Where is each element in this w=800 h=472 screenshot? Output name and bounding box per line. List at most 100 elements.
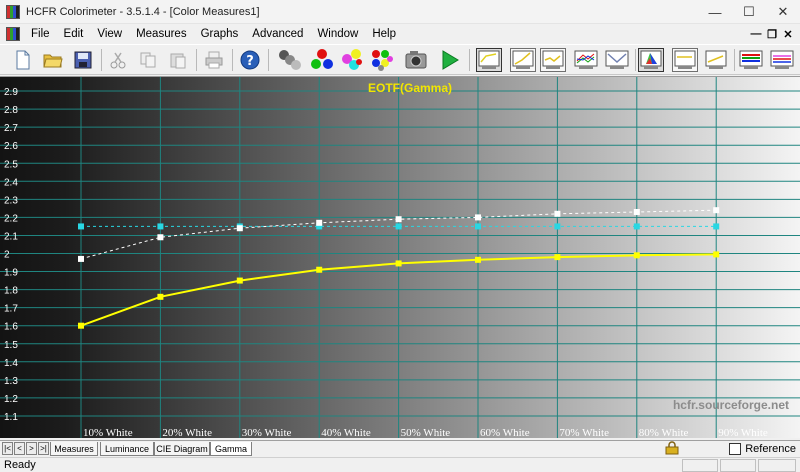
tab-gamma[interactable]: Gamma <box>210 442 252 456</box>
tab-measures[interactable]: Measures <box>50 442 98 456</box>
y-tick-label: 1.4 <box>4 358 18 369</box>
cut-scissors-icon[interactable] <box>105 48 131 72</box>
menu-view[interactable]: View <box>90 28 129 40</box>
data-point-reference <box>475 223 481 230</box>
view-graph-10-icon[interactable] <box>738 48 764 72</box>
view-luminance-icon[interactable] <box>604 48 630 72</box>
copy-icon[interactable] <box>135 48 161 72</box>
x-tick-label: 50% White <box>401 427 451 438</box>
tab-cie-diagram[interactable]: CIE Diagram <box>154 442 210 456</box>
y-tick-label: 2.4 <box>4 177 18 188</box>
data-point-target <box>633 208 640 215</box>
x-tick-label: 30% White <box>242 427 292 438</box>
mdi-restore-icon[interactable]: ❐ <box>764 28 780 41</box>
x-tick-label: 60% White <box>480 427 530 438</box>
app-icon <box>6 4 20 19</box>
status-text: Ready <box>4 459 36 471</box>
camera-icon[interactable] <box>403 48 429 72</box>
y-tick-label: 2.1 <box>4 231 18 242</box>
view-graph-11-icon[interactable] <box>769 48 795 72</box>
reference-lock-icon[interactable] <box>665 441 679 455</box>
menu-edit[interactable]: Edit <box>57 28 91 40</box>
prev-tab-icon[interactable]: < <box>14 442 25 455</box>
mdi-close-icon[interactable]: ✕ <box>780 28 796 41</box>
data-point-measured <box>554 254 561 261</box>
x-tick-label: 80% White <box>639 427 689 438</box>
last-tab-icon[interactable]: >| <box>38 442 49 455</box>
paste-icon[interactable] <box>165 48 191 72</box>
y-tick-label: 1.5 <box>4 340 18 351</box>
sheet-tab-bar: |< < > >| Measures Luminance CIE Diagram… <box>0 440 800 457</box>
menu-file[interactable]: File <box>24 28 57 40</box>
data-point-reference <box>78 223 84 230</box>
data-point-target <box>395 216 402 223</box>
gamma-chart[interactable]: EOTF(Gamma) 2.9 2.8 2.7 2.6 2.5 2.4 2.3 2.2 2.1 2… <box>0 76 800 438</box>
data-point-measured <box>316 266 323 273</box>
menu-window[interactable]: Window <box>310 28 365 40</box>
data-point-measured <box>78 322 84 329</box>
x-tick-label: 70% White <box>559 427 609 438</box>
play-run-icon[interactable] <box>437 48 463 72</box>
close-icon[interactable]: ✕ <box>766 0 800 24</box>
view-graph-1-icon[interactable] <box>476 48 502 72</box>
view-graph-3-icon[interactable] <box>540 48 566 72</box>
title-bar: HCFR Colorimeter - 3.5.1.4 - [Color Meas… <box>0 0 800 24</box>
data-point-measured <box>713 251 720 258</box>
reference-checkbox-box[interactable] <box>729 443 742 455</box>
y-tick-label: 2.5 <box>4 159 18 170</box>
data-point-reference <box>157 223 164 230</box>
help-icon[interactable]: ? <box>237 48 263 72</box>
menu-advanced[interactable]: Advanced <box>245 28 310 40</box>
maximize-icon[interactable]: ☐ <box>732 0 766 24</box>
window-controls: — ☐ ✕ <box>698 0 800 24</box>
menu-graphs[interactable]: Graphs <box>194 28 246 40</box>
mdi-minimize-icon[interactable]: — <box>748 28 764 40</box>
y-tick-label: 2.2 <box>4 213 18 224</box>
data-point-target <box>713 207 720 214</box>
y-tick-label: 2.6 <box>4 141 18 152</box>
status-pane-2 <box>720 459 756 472</box>
view-graph-2-icon[interactable] <box>510 48 536 72</box>
view-graph-8-icon[interactable] <box>703 48 729 72</box>
y-tick-label: 1.2 <box>4 394 18 405</box>
view-gamma-icon[interactable] <box>672 48 698 72</box>
data-point-target <box>316 219 323 226</box>
view-cie-icon[interactable] <box>638 48 664 72</box>
measure-all-icon[interactable] <box>369 48 395 72</box>
save-disk-icon[interactable] <box>70 48 96 72</box>
measure-secondaries-icon[interactable] <box>339 48 365 72</box>
svg-text:?: ? <box>246 54 254 69</box>
y-tick-label: 1.3 <box>4 376 18 387</box>
new-document-icon[interactable] <box>10 48 36 72</box>
data-point-target <box>78 255 84 262</box>
measure-primaries-icon[interactable] <box>309 48 335 72</box>
x-tick-label: 10% White <box>83 427 133 438</box>
chart-background <box>0 77 800 438</box>
menu-measures[interactable]: Measures <box>129 28 194 40</box>
view-rgb-icon[interactable] <box>573 48 599 72</box>
minimize-icon[interactable]: — <box>698 0 732 24</box>
x-tick-label: 40% White <box>321 427 371 438</box>
y-tick-label: 1.7 <box>4 304 18 315</box>
watermark: hcfr.sourceforge.net <box>673 398 789 412</box>
data-point-measured <box>157 293 164 300</box>
data-point-reference <box>395 223 402 230</box>
y-tick-label: 1.1 <box>4 412 18 423</box>
x-tick-label: 90% White <box>718 427 768 438</box>
data-point-measured <box>236 277 243 284</box>
data-point-target <box>475 214 481 221</box>
data-point-measured <box>395 260 402 267</box>
y-tick-label: 1.6 <box>4 322 18 333</box>
reference-checkbox[interactable]: Reference <box>729 441 796 457</box>
print-icon[interactable] <box>201 48 227 72</box>
next-tab-icon[interactable]: > <box>26 442 37 455</box>
data-point-target <box>157 234 164 241</box>
menu-bar: File Edit View Measures Graphs Advanced … <box>0 24 800 44</box>
y-tick-label: 1.8 <box>4 286 18 297</box>
open-folder-icon[interactable] <box>40 48 66 72</box>
first-tab-icon[interactable]: |< <box>2 442 13 455</box>
measure-gray-icon[interactable] <box>277 48 303 72</box>
document-icon[interactable] <box>6 27 20 41</box>
menu-help[interactable]: Help <box>365 28 403 40</box>
tab-luminance[interactable]: Luminance <box>100 442 154 456</box>
